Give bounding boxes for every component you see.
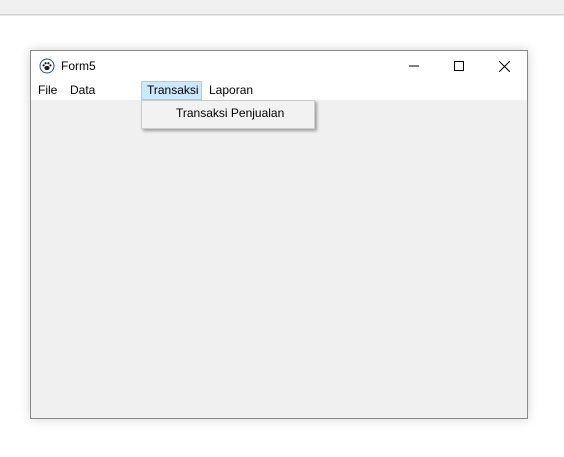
menu-transaksi[interactable]: Transaksi [141, 81, 202, 100]
minimize-icon [408, 65, 419, 67]
window-title: Form5 [61, 59, 96, 73]
menu-item-transaksi-penjualan[interactable]: Transaksi Penjualan [176, 106, 284, 120]
close-icon [499, 60, 510, 72]
form-client-area [31, 100, 527, 418]
minimize-button[interactable] [391, 51, 436, 81]
close-button[interactable] [482, 51, 527, 81]
menu-data-master[interactable]: Data Master [64, 81, 140, 116]
background-divider [0, 15, 564, 16]
menu-file[interactable]: File [32, 81, 63, 100]
title-bar[interactable]: Form5 [31, 51, 527, 81]
background-app-bar [0, 0, 564, 15]
form5-window: Form5 File Data Master Transaksi Laporan… [30, 50, 528, 419]
paw-icon[interactable] [39, 58, 55, 74]
transaksi-dropdown-menu: Transaksi Penjualan [141, 100, 315, 129]
menu-bar: File Data Master Transaksi Laporan [31, 81, 527, 116]
maximize-button[interactable] [436, 51, 481, 81]
maximize-icon [453, 61, 464, 71]
menu-laporan[interactable]: Laporan [203, 81, 259, 100]
